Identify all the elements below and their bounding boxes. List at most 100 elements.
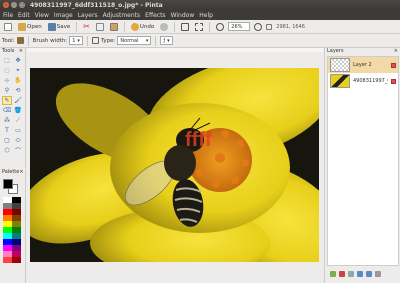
copy-button[interactable] [94,21,106,32]
ellipse-select-tool[interactable]: ⊹ [2,76,12,85]
minimize-window-button[interactable]: – [11,2,17,8]
primary-color-swatch[interactable] [3,179,13,189]
toolbar-separator [209,21,211,32]
new-document-icon [4,22,12,31]
undo-label: Undo [139,23,155,30]
menu-bar: File Edit View Image Layers Adjustments … [0,10,400,20]
workspace: Tools × ⬚ ✥ ◌ ⌖ ⊹ ✋ ⚲ ⟲ ✎ 🖌 ⌫ 🪣 ⁂ ⟋ T ▭ … [0,48,400,283]
tools-panel-title: Tools [2,48,15,54]
menu-window[interactable]: Window [171,12,195,19]
recolor-tool[interactable]: ⌒ [13,146,23,155]
add-layer-icon[interactable] [330,271,336,277]
blend-type-value: Normal [120,37,139,44]
layer-name: Layer 2 [353,62,372,68]
layer-visibility-checkbox[interactable] [391,62,396,68]
window-controls: × – □ [3,2,25,8]
palette-panel-title: Palette [2,169,20,175]
paint-bucket-tool[interactable]: 🪣 [13,106,23,115]
toolbar-separator [123,21,125,32]
palette-swatch[interactable] [3,257,12,263]
maximize-window-button[interactable]: □ [19,2,25,8]
rectangle-tool[interactable]: ▭ [13,126,23,135]
close-window-button[interactable]: × [3,2,9,8]
cut-button[interactable]: ✂ [81,21,92,32]
canvas-text: ffff [185,129,212,151]
zoom-tool[interactable]: ⚲ [2,86,12,95]
zoom-input[interactable]: 26% [228,22,251,31]
blend-type-select[interactable]: Normal ▾ [117,36,152,45]
layer-item[interactable]: Layer 2 [328,57,398,73]
close-icon[interactable]: × [394,48,398,55]
brush-width-select[interactable]: 1 ▾ [69,36,83,45]
toolbar-separator [86,35,88,46]
toolbar-separator [27,35,29,46]
ellipse-tool[interactable]: ⬭ [13,136,23,145]
pencil-tool[interactable]: ✎ [2,96,12,105]
toolbar-separator [76,21,78,32]
clone-stamp-tool[interactable]: ⁂ [2,116,12,125]
window-title: 4908311997_6ddf311518_o.jpg* - Pinta [30,1,163,9]
alpha-blending-icon: ƒ [163,37,166,44]
layers-panel-header: Layers × [325,48,400,55]
open-label: Open [27,23,42,30]
cursor-position-icon [266,23,273,30]
move-layer-up-icon[interactable] [357,271,363,277]
paintbrush-tool[interactable]: 🖌 [13,96,23,105]
menu-adjustments[interactable]: Adjustments [103,12,141,19]
magic-wand-tool[interactable]: ⟲ [13,86,23,95]
tools-panel-header: Tools × [0,48,25,55]
menu-image[interactable]: Image [54,12,73,19]
menu-effects[interactable]: Effects [145,12,165,19]
deselect-button[interactable] [193,21,205,32]
save-label: Save [56,23,71,30]
layer-properties-icon[interactable] [375,271,381,277]
rectangle-select-tool[interactable]: ⬚ [2,56,12,65]
text-tool[interactable]: T [2,126,12,135]
layer-item[interactable]: 4908311997_6... [328,73,398,89]
layer-toolbar [327,268,399,280]
eraser-tool[interactable]: ⌫ [2,106,12,115]
freeform-shape-tool[interactable]: ⬡ [2,146,12,155]
pan-tool[interactable]: ✋ [13,76,23,85]
chevron-down-icon: ▾ [77,37,80,44]
layers-panel: Layers × Layer 2 4908311997_6... [324,48,400,283]
alpha-blending-select[interactable]: ƒ ▾ [160,36,173,45]
move-selection-tool[interactable]: ⌖ [13,66,23,75]
image-canvas[interactable]: ffff [30,68,319,262]
layer-visibility-checkbox[interactable] [391,78,396,84]
toolbar-separator [174,21,176,32]
move-tool[interactable]: ✥ [13,56,23,65]
lasso-select-tool[interactable]: ◌ [2,66,12,75]
canvas-top-edge [27,48,323,52]
zoom-out-icon [216,22,225,31]
palette-swatch[interactable] [12,257,21,263]
menu-edit[interactable]: Edit [18,12,30,19]
paintbrush-icon [16,37,24,44]
duplicate-layer-icon[interactable] [348,271,354,277]
zoom-out-button[interactable] [214,21,226,32]
window-titlebar: × – □ 4908311997_6ddf311518_o.jpg* - Pin… [0,0,400,10]
cursor-coordinates: 2981, 1646 [276,23,305,30]
new-image-button[interactable] [2,21,14,32]
brush-width-label: Brush width: [32,37,68,44]
canvas-area[interactable]: ffff [27,48,323,283]
zoom-in-button[interactable] [252,21,264,32]
crop-button[interactable] [179,21,191,32]
undo-button[interactable]: Undo [129,21,156,32]
layers-panel-title: Layers [327,48,344,54]
menu-view[interactable]: View [35,12,49,19]
open-button[interactable]: Open [16,21,44,32]
save-button[interactable]: Save [46,21,73,32]
rounded-rectangle-tool[interactable]: ▢ [2,136,12,145]
menu-layers[interactable]: Layers [78,12,98,19]
close-icon[interactable]: × [19,169,23,176]
line-tool[interactable]: ⟋ [13,116,23,125]
move-layer-down-icon[interactable] [366,271,372,277]
menu-file[interactable]: File [3,12,13,19]
redo-button[interactable] [158,21,170,32]
paste-button[interactable] [108,21,120,32]
menu-help[interactable]: Help [199,12,213,19]
tool-options-bar: Tool: Brush width: 1 ▾ Type: Normal ▾ ƒ … [0,34,400,48]
close-icon[interactable]: × [19,48,23,55]
delete-layer-icon[interactable] [339,271,345,277]
